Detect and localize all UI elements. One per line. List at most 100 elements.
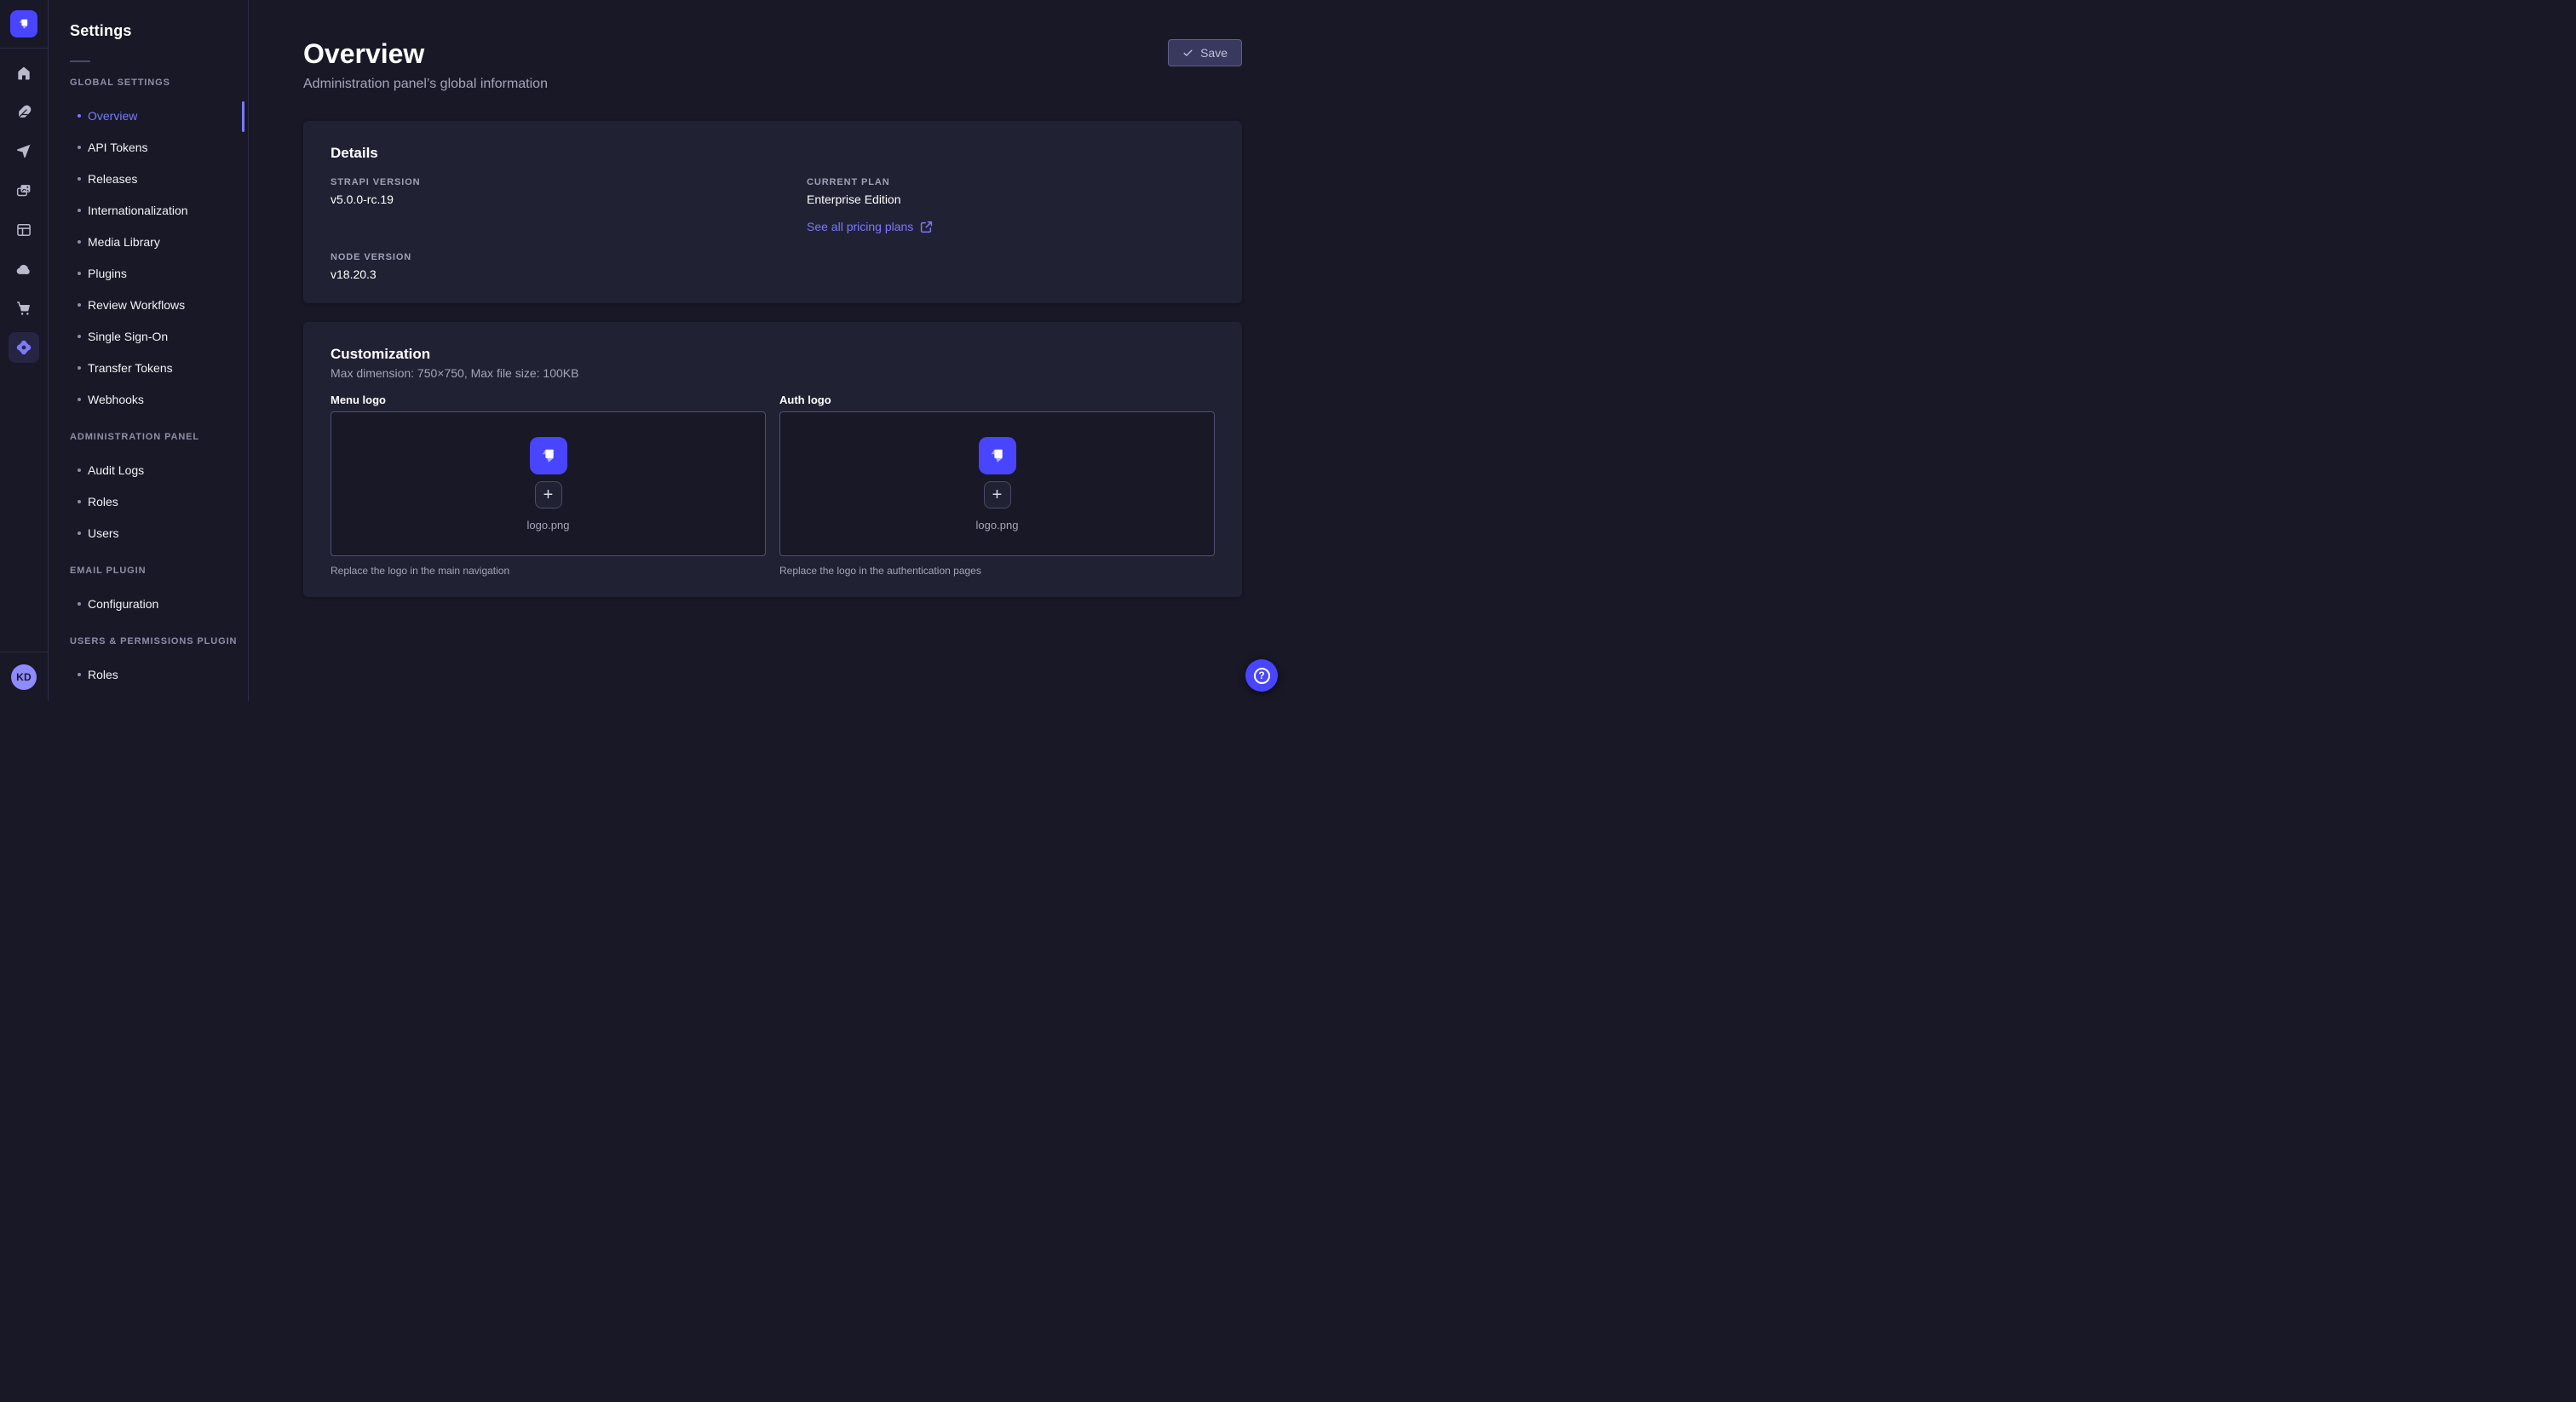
subnav-item-label: Roles [88, 495, 118, 509]
menu-logo-filename: logo.png [527, 519, 570, 531]
menu-logo-add-button[interactable]: + [535, 481, 562, 509]
subnav-item-up-roles[interactable]: Roles [49, 658, 248, 690]
pricing-plans-link-label: See all pricing plans [807, 220, 913, 233]
subnav-item-plugins[interactable]: Plugins [49, 257, 248, 289]
node-version-value: v18.20.3 [331, 267, 773, 281]
current-plan-label: CURRENT PLAN [807, 177, 1215, 187]
rail-nav [4, 49, 43, 367]
subnav-item-label: Overview [88, 109, 137, 123]
bullet-icon [78, 303, 81, 307]
subnav-title: Settings [70, 22, 248, 40]
pricing-plans-link[interactable]: See all pricing plans [807, 220, 933, 233]
bullet-icon [78, 272, 81, 275]
details-right-column: CURRENT PLAN Enterprise Edition See all … [773, 177, 1215, 281]
nav-media-library-button[interactable] [4, 171, 43, 210]
save-button[interactable]: Save [1168, 39, 1242, 66]
bullet-icon [78, 500, 81, 503]
nav-content-builder-button[interactable] [4, 93, 43, 132]
images-icon [9, 175, 39, 206]
menu-logo-dropzone[interactable]: + logo.png [331, 411, 766, 556]
subnav-item-admin-roles[interactable]: Roles [49, 486, 248, 517]
auth-logo-filename: logo.png [976, 519, 1019, 531]
node-version-field: NODE VERSION v18.20.3 [331, 252, 773, 281]
customization-card: Customization Max dimension: 750×750, Ma… [303, 322, 1242, 597]
subnav-item-api-tokens[interactable]: API Tokens [49, 131, 248, 163]
details-grid: STRAPI VERSION v5.0.0-rc.19 NODE VERSION… [331, 177, 1215, 281]
nav-marketplace-button[interactable] [4, 289, 43, 328]
auth-logo-dropzone[interactable]: + logo.png [779, 411, 1215, 556]
strapi-mark-icon [536, 443, 561, 468]
check-icon [1182, 48, 1193, 59]
current-plan-value: Enterprise Edition [807, 192, 1215, 206]
bullet-icon [78, 398, 81, 401]
subnav-item-label: Single Sign-On [88, 330, 168, 343]
bullet-icon [78, 468, 81, 472]
subnav-section-users-permissions-plugin: USERS & PERMISSIONS PLUGIN Roles Provide… [49, 636, 248, 701]
subnav-item-label: Plugins [88, 267, 127, 280]
subnav-section-global-settings: GLOBAL SETTINGS Overview API Tokens Rele… [49, 78, 248, 415]
bullet-icon [78, 114, 81, 118]
details-card-title: Details [331, 145, 1215, 162]
subnav-item-review-workflows[interactable]: Review Workflows [49, 289, 248, 320]
node-version-label: NODE VERSION [331, 252, 773, 262]
user-avatar[interactable]: KD [11, 664, 37, 690]
subnav-item-media-library[interactable]: Media Library [49, 226, 248, 257]
bullet-icon [78, 177, 81, 181]
active-item-indicator [242, 101, 244, 132]
subnav-item-label: Review Workflows [88, 298, 185, 312]
subnav-item-webhooks[interactable]: Webhooks [49, 383, 248, 415]
auth-logo-group: Auth logo + logo.png Replace the logo in… [779, 394, 1215, 577]
plus-icon: + [992, 486, 1003, 503]
subnav-item-internationalization[interactable]: Internationalization [49, 194, 248, 226]
menu-logo-description: Replace the logo in the main navigation [331, 565, 766, 577]
subnav-item-label: Configuration [88, 597, 158, 611]
feather-icon [9, 97, 39, 128]
subnav-item-admin-users[interactable]: Users [49, 517, 248, 549]
help-button[interactable]: ? [1245, 659, 1278, 692]
section-label: GLOBAL SETTINGS [70, 78, 248, 88]
gear-icon [9, 332, 39, 363]
strapi-mark-icon [985, 443, 1010, 468]
section-label: ADMINISTRATION PANEL [70, 432, 248, 442]
nav-home-button[interactable] [4, 54, 43, 93]
nav-settings-button[interactable] [4, 328, 43, 367]
auth-logo-description: Replace the logo in the authentication p… [779, 565, 1215, 577]
current-plan-field: CURRENT PLAN Enterprise Edition [807, 177, 1215, 206]
external-link-icon [920, 221, 933, 233]
paper-plane-icon [9, 136, 39, 167]
subnav-list: Audit Logs Roles Users [49, 454, 248, 549]
nav-cloud-button[interactable] [4, 250, 43, 289]
nav-deploy-button[interactable] [4, 132, 43, 171]
main-nav-rail: KD [0, 0, 49, 701]
subnav-item-overview[interactable]: Overview [49, 100, 248, 131]
subnav-item-single-sign-on[interactable]: Single Sign-On [49, 320, 248, 352]
section-label: USERS & PERMISSIONS PLUGIN [70, 636, 248, 646]
subnav-item-label: Users [88, 526, 119, 540]
bullet-icon [78, 335, 81, 338]
subnav-section-administration-panel: ADMINISTRATION PANEL Audit Logs Roles Us… [49, 432, 248, 549]
logos-grid: Menu logo + logo.png Replace the logo in… [331, 394, 1215, 577]
auth-logo-add-button[interactable]: + [984, 481, 1011, 509]
save-button-label: Save [1200, 46, 1228, 60]
subnav-item-up-providers[interactable]: Providers [49, 690, 248, 701]
question-mark-icon: ? [1254, 668, 1270, 684]
subnav-list: Overview API Tokens Releases Internation… [49, 100, 248, 415]
subnav-item-email-configuration[interactable]: Configuration [49, 588, 248, 619]
settings-subnav: Settings GLOBAL SETTINGS Overview API To… [49, 0, 249, 701]
subnav-item-label: Roles [88, 668, 118, 681]
strapi-logo[interactable] [10, 10, 37, 37]
menu-logo-label: Menu logo [331, 394, 766, 406]
customization-card-title: Customization [331, 346, 1215, 363]
nav-content-manager-button[interactable] [4, 210, 43, 250]
page-subtitle: Administration panel’s global informatio… [303, 77, 548, 92]
subnav-item-transfer-tokens[interactable]: Transfer Tokens [49, 352, 248, 383]
subnav-item-audit-logs[interactable]: Audit Logs [49, 454, 248, 486]
subnav-item-label: Media Library [88, 235, 160, 249]
page-header: Overview Administration panel’s global i… [303, 0, 1242, 92]
section-label: EMAIL PLUGIN [70, 566, 248, 576]
shopping-cart-icon [9, 293, 39, 324]
plus-icon: + [543, 486, 554, 503]
subnav-item-releases[interactable]: Releases [49, 163, 248, 194]
bullet-icon [78, 531, 81, 535]
subnav-title-divider [70, 60, 90, 62]
